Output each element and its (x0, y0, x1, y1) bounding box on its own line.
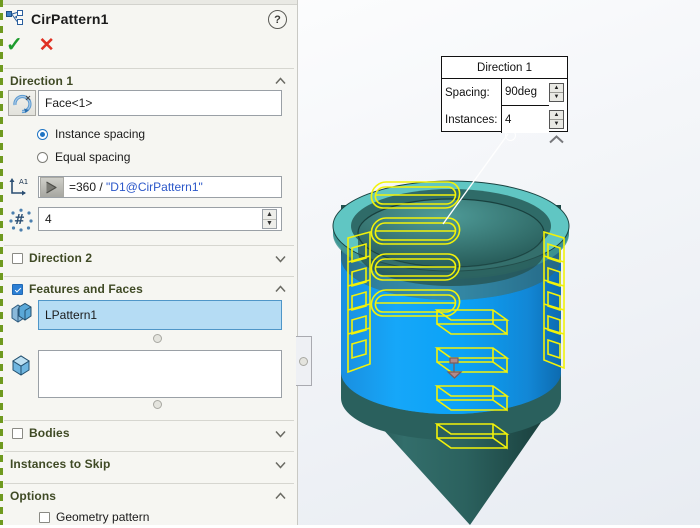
callout-spacing-label: Spacing: (445, 86, 490, 99)
chevron-up-icon[interactable] (275, 284, 286, 295)
page-title: CirPattern1 (31, 11, 109, 27)
help-icon[interactable]: ? (268, 10, 287, 29)
callout-instances-label: Instances: (445, 113, 498, 126)
features-field-resize-handle[interactable] (153, 334, 162, 343)
geometry-pattern-checkbox[interactable] (39, 511, 50, 523)
callout-row-instances: Instances: 4 ▲ ▼ (442, 106, 567, 133)
panel-header: CirPattern1 (6, 5, 293, 33)
panel-action-row: ✓ ✕ (6, 33, 55, 57)
radio-equal-spacing[interactable]: Equal spacing (37, 150, 130, 164)
instances-count-field[interactable]: 4 (38, 207, 282, 231)
chevron-down-icon[interactable] (275, 459, 286, 470)
svg-text:A1: A1 (19, 178, 28, 186)
stepper-down-icon[interactable]: ▼ (263, 220, 276, 229)
radio-equal-spacing-label: Equal spacing (55, 150, 131, 164)
section-header-features-and-faces[interactable]: Features and Faces (4, 276, 294, 301)
panel-collapse-tab[interactable] (296, 336, 312, 386)
direction2-checkbox[interactable] (12, 252, 23, 264)
face-box-icon (8, 352, 34, 376)
angle-equation-prefix: =360 / (69, 180, 107, 194)
radio-instance-spacing[interactable]: Instance spacing (37, 127, 145, 141)
axis-selection-field[interactable]: Face<1> (38, 90, 282, 116)
chevron-up-icon[interactable] (275, 491, 286, 502)
features-selection-field[interactable]: LPattern1 (38, 300, 282, 330)
faces-selection-field[interactable] (38, 350, 282, 398)
callout-instances-stepper[interactable]: ▲ ▼ (549, 110, 564, 129)
radio-instance-spacing-indicator (37, 128, 48, 140)
instance-count-icon: # (8, 207, 34, 232)
section-title-instances-to-skip: Instances to Skip (10, 457, 111, 471)
angle-equation-field[interactable]: =360 / "D1@CirPattern1" (38, 176, 282, 198)
faces-field-resize-handle[interactable] (153, 400, 162, 409)
section-title-bodies: Bodies (29, 426, 70, 440)
geometry-pattern-option[interactable]: Geometry pattern (39, 510, 149, 524)
radio-equal-spacing-indicator (37, 151, 48, 163)
direction1-callout[interactable]: Direction 1 Spacing: 90deg ▲ ▼ Instances:… (441, 56, 568, 133)
section-header-instances-to-skip[interactable]: Instances to Skip (4, 451, 294, 476)
section-title-direction1: Direction 1 (10, 74, 74, 88)
radio-instance-spacing-label: Instance spacing (55, 127, 146, 141)
circular-pattern-icon (6, 9, 24, 29)
stepper-up-icon[interactable]: ▲ (263, 210, 276, 220)
bodies-checkbox[interactable] (12, 427, 23, 439)
angle-equation-reference: "D1@CirPattern1" (106, 180, 203, 194)
geometry-pattern-label: Geometry pattern (56, 510, 150, 524)
callout-title: Direction 1 (442, 57, 567, 79)
callout-instances-value[interactable]: 4 (501, 106, 549, 133)
section-title-features-and-faces: Features and Faces (29, 282, 143, 296)
svg-text:#: # (14, 213, 25, 228)
chevron-up-icon[interactable] (275, 76, 286, 87)
callout-collapse-chevron[interactable] (549, 133, 564, 147)
section-header-bodies[interactable]: Bodies (4, 420, 294, 445)
features-and-faces-checkbox[interactable] (12, 283, 23, 295)
callout-spacing-stepper[interactable]: ▲ ▼ (549, 83, 564, 102)
section-header-options[interactable]: Options (4, 483, 294, 508)
panel-collapse-dot (299, 356, 308, 366)
section-title-options: Options (10, 489, 57, 503)
callout-row-spacing: Spacing: 90deg ▲ ▼ (442, 79, 567, 106)
callout-spacing-value[interactable]: 90deg (501, 79, 549, 106)
rotation-axis-icon[interactable] (8, 90, 36, 116)
equation-sigma-icon[interactable] (40, 177, 64, 197)
feature-solid-icon (8, 300, 34, 324)
panel-selection-edge (0, 0, 3, 525)
section-title-direction2: Direction 2 (29, 251, 93, 265)
angle-equation-text: =360 / "D1@CirPattern1" (69, 180, 203, 194)
property-manager-panel: CirPattern1 ? ✓ ✕ Direction 1 Face<1> In… (0, 0, 298, 525)
angle-dimension-icon: A1 (9, 176, 33, 198)
chevron-down-icon[interactable] (275, 428, 286, 439)
ok-button[interactable]: ✓ (6, 35, 23, 55)
section-header-direction2[interactable]: Direction 2 (4, 245, 294, 270)
instances-count-stepper[interactable]: ▲ ▼ (262, 209, 277, 229)
chevron-down-icon[interactable] (275, 253, 286, 264)
cancel-button[interactable]: ✕ (39, 36, 55, 55)
